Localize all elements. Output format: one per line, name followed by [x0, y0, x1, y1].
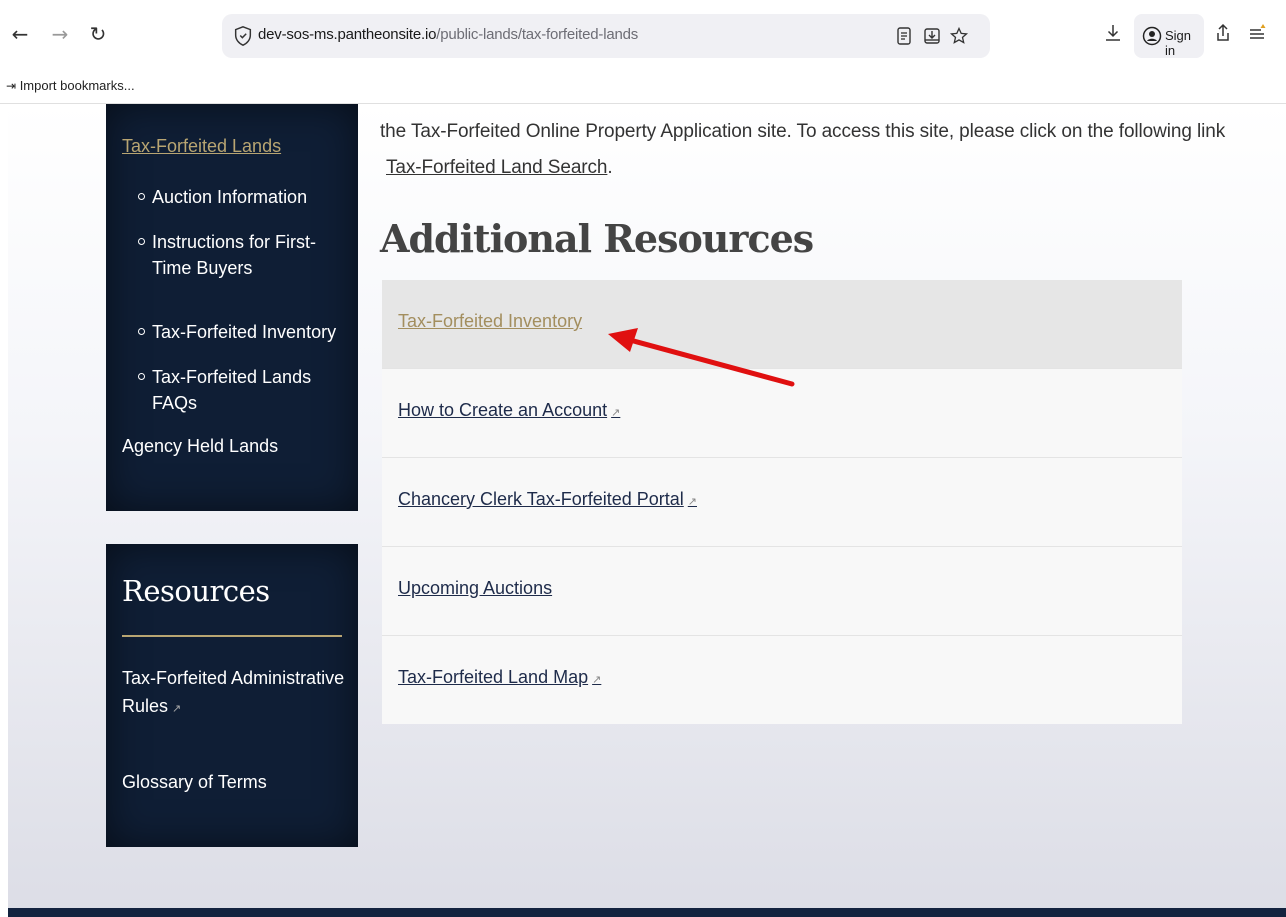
resources-link-admin-rules[interactable]: Tax-Forfeited Administrative Rules ↗: [122, 664, 352, 723]
resources-link-label: Tax-Forfeited Administrative Rules: [122, 668, 345, 716]
list-item[interactable]: Chancery Clerk Tax-Forfeited Portal ↗: [382, 458, 1182, 547]
intro-suffix: .: [607, 157, 613, 178]
browser-toolbar: ← → ↻ dev-sos-ms.pantheonsite.io/public-…: [0, 0, 1286, 72]
download-icon[interactable]: [1102, 22, 1124, 44]
resources-panel: Resources Tax-Forfeited Administrative R…: [106, 544, 358, 847]
share-icon[interactable]: [1212, 22, 1234, 44]
sidebar-subitem-label: Auction Information: [152, 187, 308, 207]
resources-link-glossary[interactable]: Glossary of Terms: [122, 768, 352, 796]
bullet-icon: [138, 328, 145, 335]
resource-link-label: Tax-Forfeited Land Map: [398, 667, 589, 687]
import-icon: ⇥: [6, 79, 17, 93]
bullet-icon: [138, 193, 145, 200]
url-path: /public-lands/tax-forfeited-lands: [436, 26, 639, 43]
sign-in-button[interactable]: Sign in: [1134, 14, 1204, 58]
sidebar-subitem-label: Instructions for First-Time Buyers: [152, 232, 317, 278]
sidebar-nav-panel: Tax-Forfeited Lands Auction Information …: [106, 104, 358, 511]
list-item[interactable]: Tax-Forfeited Land Map ↗: [382, 636, 1182, 725]
bullet-icon: [138, 373, 145, 380]
import-bookmarks-link[interactable]: ⇥ Import bookmarks...: [6, 78, 135, 93]
sidebar-subitem-auction-information[interactable]: Auction Information: [138, 184, 348, 210]
url-text[interactable]: dev-sos-ms.pantheonsite.io/public-lands/…: [258, 26, 638, 43]
sidebar-subitem-label: Tax-Forfeited Lands FAQs: [152, 367, 312, 413]
back-icon[interactable]: ←: [8, 22, 32, 46]
tax-forfeited-land-search-link[interactable]: Tax-Forfeited Land Search: [386, 157, 608, 178]
external-link-icon: ↗: [687, 496, 697, 508]
external-link-icon: ↗: [611, 407, 621, 419]
reader-view-icon[interactable]: [894, 26, 914, 46]
url-host: dev-sos-ms.pantheonsite.io: [258, 26, 437, 43]
bullet-icon: [138, 238, 145, 245]
resource-link-upcoming-auctions[interactable]: Upcoming Auctions: [398, 578, 552, 599]
resource-link-tax-forfeited-inventory[interactable]: Tax-Forfeited Inventory: [398, 311, 582, 332]
resources-title: Resources: [122, 574, 270, 608]
shield-icon[interactable]: [232, 25, 254, 47]
sign-in-label: Sign in: [1165, 28, 1192, 58]
import-bookmarks-label: Import bookmarks...: [19, 78, 135, 93]
intro-paragraph: the Tax-Forfeited Online Property Applic…: [380, 114, 1240, 186]
external-link-icon: ↗: [172, 703, 182, 715]
sidebar-subitem-label: Tax-Forfeited Inventory: [152, 322, 337, 342]
external-link-icon: ↗: [592, 674, 602, 686]
section-title: Additional Resources: [380, 216, 814, 261]
forward-icon[interactable]: →: [48, 22, 72, 46]
footer-bar: [8, 908, 1286, 917]
bookmarks-bar: ⇥ Import bookmarks...: [0, 72, 1286, 104]
resource-link-create-account[interactable]: How to Create an Account ↗: [398, 400, 620, 421]
reload-icon[interactable]: ↻: [86, 22, 110, 46]
resource-link-label: How to Create an Account: [398, 400, 608, 420]
annotation-arrow: [608, 328, 795, 387]
sidebar-subitem-faqs[interactable]: Tax-Forfeited Lands FAQs: [138, 364, 348, 416]
resource-link-land-map[interactable]: Tax-Forfeited Land Map ↗: [398, 667, 601, 688]
sidebar-subitem-instructions[interactable]: Instructions for First-Time Buyers: [138, 229, 348, 281]
save-to-pocket-icon[interactable]: [922, 26, 942, 46]
menu-icon[interactable]: [1246, 22, 1268, 44]
resources-divider: [122, 635, 342, 637]
resource-link-chancery-clerk-portal[interactable]: Chancery Clerk Tax-Forfeited Portal ↗: [398, 489, 697, 510]
sidebar-subitem-inventory[interactable]: Tax-Forfeited Inventory: [138, 319, 348, 345]
resources-link-label: Glossary of Terms: [122, 772, 267, 792]
page-content: Tax-Forfeited Lands Auction Information …: [8, 104, 1286, 917]
list-item[interactable]: Upcoming Auctions: [382, 547, 1182, 636]
intro-text: the Tax-Forfeited Online Property Applic…: [380, 121, 1226, 142]
address-bar[interactable]: dev-sos-ms.pantheonsite.io/public-lands/…: [222, 14, 990, 58]
star-icon[interactable]: [949, 26, 969, 46]
account-icon: [1142, 26, 1162, 46]
sidebar-item-tax-forfeited-lands[interactable]: Tax-Forfeited Lands: [122, 136, 281, 157]
resource-link-label: Chancery Clerk Tax-Forfeited Portal: [398, 489, 684, 509]
sidebar-item-agency-held-lands[interactable]: Agency Held Lands: [122, 436, 278, 457]
